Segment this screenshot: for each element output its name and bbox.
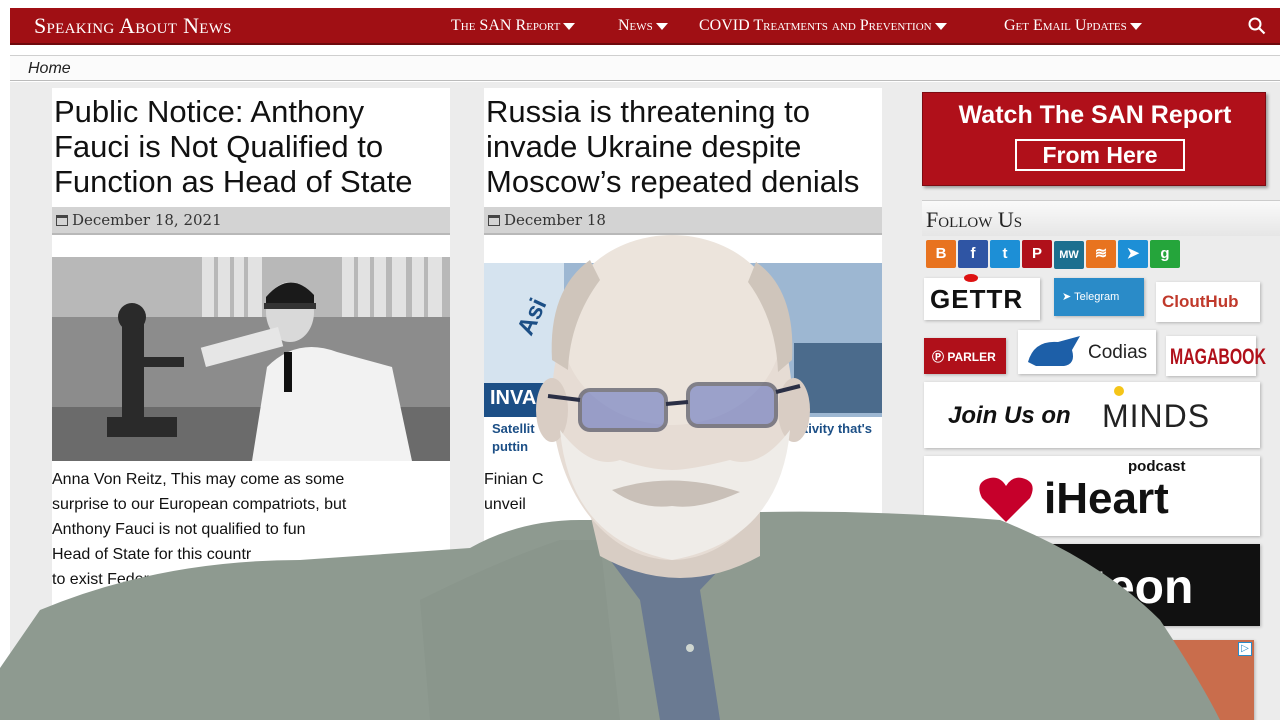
breadcrumb[interactable]: Home xyxy=(28,60,71,78)
iheart-banner[interactable]: podcast iHeart xyxy=(924,456,1260,536)
image-caption: tivity that's xyxy=(803,421,872,436)
nav-email-updates[interactable]: Get Email Updates xyxy=(1004,17,1142,35)
clouthub-logo[interactable]: CloutHub xyxy=(1156,282,1260,322)
calendar-icon xyxy=(56,215,68,226)
gettr-logo-text: GETTR xyxy=(930,284,1024,314)
excerpt-line: to exist Feder xyxy=(52,571,149,588)
nav-news-label: News xyxy=(618,17,653,34)
minds-logo-text: MINDS xyxy=(1102,398,1211,434)
gab-icon[interactable]: g xyxy=(1150,240,1180,268)
ad-banner[interactable]: ▷ xyxy=(1116,640,1254,720)
excerpt-line: Anthony Fauci is not qualified to fun xyxy=(52,521,306,538)
chevron-down-icon xyxy=(1129,22,1142,30)
article-image[interactable] xyxy=(52,257,450,461)
adchoices-icon[interactable]: ▷ xyxy=(1238,642,1252,656)
chevron-down-icon xyxy=(563,22,576,30)
follow-us-header: Follow Us xyxy=(922,200,1280,236)
parler-icon[interactable]: P xyxy=(1022,240,1052,268)
brighteon-banner[interactable]: ighteon ★ xyxy=(924,544,1260,626)
article-excerpt: Anna Von Reitz, This may come as some su… xyxy=(52,461,450,592)
article-date: December 18, 2021 xyxy=(72,211,222,229)
blogger-icon[interactable]: B xyxy=(926,240,956,268)
clouthub-logo-text: CloutHub xyxy=(1162,292,1239,311)
nav-san-report[interactable]: The SAN Report xyxy=(451,17,576,35)
article-card: Public Notice: Anthony Fauci is Not Qual… xyxy=(52,88,450,720)
excerpt-line: Head of State for this countr xyxy=(52,546,252,563)
image-tag-text: INVA xyxy=(490,387,537,409)
excerpt-line: Finian C xyxy=(484,471,544,488)
image-caption: puttin xyxy=(492,439,529,454)
iheart-logo-icon xyxy=(979,477,1033,522)
telegram-logo[interactable]: ➤ Telegram xyxy=(1054,278,1144,316)
scientist-photo xyxy=(52,257,450,461)
excerpt-line: unveil xyxy=(484,496,526,513)
excerpt-line: surprise to our European compatriots, bu… xyxy=(52,496,347,513)
telegram-icon[interactable]: ➤ xyxy=(1118,240,1148,268)
article-image[interactable]: Asi INVA Satellit puttin tivity that's xyxy=(484,263,882,461)
telegram-logo-text: ➤ Telegram xyxy=(1062,291,1120,303)
top-navbar: Speaking About News The SAN Report News … xyxy=(10,8,1280,45)
parler-logo[interactable]: Ⓟ PARLER xyxy=(924,338,1006,374)
codias-logo-text: Codias xyxy=(1088,342,1148,363)
twitter-icon[interactable]: t xyxy=(990,240,1020,268)
facebook-icon[interactable]: f xyxy=(958,240,988,268)
gettr-mark-icon xyxy=(964,274,978,282)
follow-us-title: Follow Us xyxy=(926,207,1023,232)
iheart-logo-text: iHeart xyxy=(1044,474,1169,523)
rss-icon[interactable]: ≋ xyxy=(1086,240,1116,268)
gettr-logo[interactable]: GETTR xyxy=(924,274,1040,320)
iheart-podcast-text: podcast xyxy=(1128,458,1186,475)
minds-banner[interactable]: Join Us on MINDS xyxy=(924,382,1260,448)
article-date-bar: December 18, 2021 xyxy=(52,207,450,235)
image-caption: Satellit xyxy=(492,421,535,436)
minds-prefix-text: Join Us on xyxy=(948,402,1071,429)
codias-logo[interactable]: Codias xyxy=(1018,330,1156,374)
calendar-icon xyxy=(488,215,500,226)
chevron-down-icon xyxy=(655,22,668,30)
nav-email-label: Get Email Updates xyxy=(1004,17,1127,34)
site-brand[interactable]: Speaking About News xyxy=(34,13,232,39)
san-banner-button[interactable]: From Here xyxy=(1015,139,1185,171)
chevron-down-icon xyxy=(934,22,947,30)
magabook-logo-text: MAGABOOK xyxy=(1170,344,1266,369)
nav-covid-label: COVID Treatments and Prevention xyxy=(699,17,932,34)
article-card: Russia is threatening to invade Ukraine … xyxy=(484,88,882,720)
san-banner-title: Watch The SAN Report xyxy=(958,101,1232,129)
san-report-banner[interactable]: Watch The SAN Report From Here xyxy=(922,92,1266,186)
nav-covid[interactable]: COVID Treatments and Prevention xyxy=(699,17,947,35)
minds-bulb-icon xyxy=(1114,386,1124,396)
telegram-logo-label: Telegram xyxy=(1074,291,1120,303)
breadcrumb-bar: Home xyxy=(10,55,1280,81)
nav-news[interactable]: News xyxy=(618,17,668,35)
parler-logo-label: PARLER xyxy=(947,350,996,364)
article-date-bar: December 18 xyxy=(484,207,882,235)
article-title[interactable]: Public Notice: Anthony Fauci is Not Qual… xyxy=(52,88,450,207)
parler-logo-text: Ⓟ PARLER xyxy=(932,350,996,364)
excerpt-line: Anna Von Reitz, This may come as some xyxy=(52,471,345,488)
search-icon[interactable] xyxy=(1248,17,1266,35)
article-excerpt: Finian C unveil xyxy=(484,461,882,517)
mewe-icon[interactable]: MW xyxy=(1054,241,1084,269)
magabook-logo[interactable]: MAGABOOK xyxy=(1166,336,1266,376)
article-title[interactable]: Russia is threatening to invade Ukraine … xyxy=(484,88,882,207)
star-icon: ★ xyxy=(1036,552,1051,569)
codias-rhino-icon xyxy=(1028,336,1080,366)
social-icons-row: Bf t P MW ≋ ➤ g xyxy=(926,240,1182,269)
article-date: December 18 xyxy=(504,211,606,229)
nav-san-report-label: The SAN Report xyxy=(451,17,561,34)
